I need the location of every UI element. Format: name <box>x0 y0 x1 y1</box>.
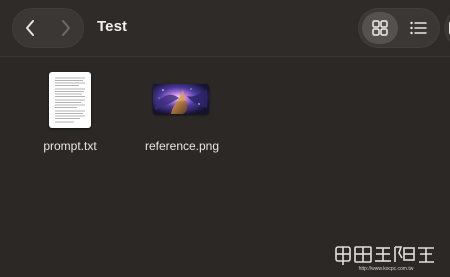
list-view-button[interactable] <box>400 12 436 44</box>
back-button[interactable] <box>12 8 48 48</box>
forward-button[interactable] <box>48 8 84 48</box>
view-mode-group <box>358 8 440 48</box>
more-toolbar-button[interactable] <box>444 8 450 48</box>
toolbar: Test <box>0 0 450 57</box>
grid-view-button[interactable] <box>362 12 398 44</box>
toolbar-divider <box>0 56 450 57</box>
navigation-button-group <box>12 8 84 48</box>
document-text-lines <box>55 77 85 123</box>
chevron-right-icon <box>62 20 70 36</box>
chevron-left-icon <box>26 20 34 36</box>
file-name-prompt[interactable]: prompt.txt <box>40 139 100 153</box>
watermark-logo: http://www.kocpc.com.tw <box>330 244 442 272</box>
grid-icon <box>372 20 388 36</box>
text-document-icon[interactable] <box>49 72 91 128</box>
window-title: Test <box>97 18 128 35</box>
watermark-image: http://www.kocpc.com.tw <box>335 246 434 272</box>
image-thumbnail[interactable] <box>153 84 209 114</box>
list-icon <box>410 21 427 35</box>
file-name-reference[interactable]: reference.png <box>137 139 227 153</box>
svg-text:http://www.kocpc.com.tw: http://www.kocpc.com.tw <box>359 266 414 272</box>
image-preview <box>153 84 209 114</box>
